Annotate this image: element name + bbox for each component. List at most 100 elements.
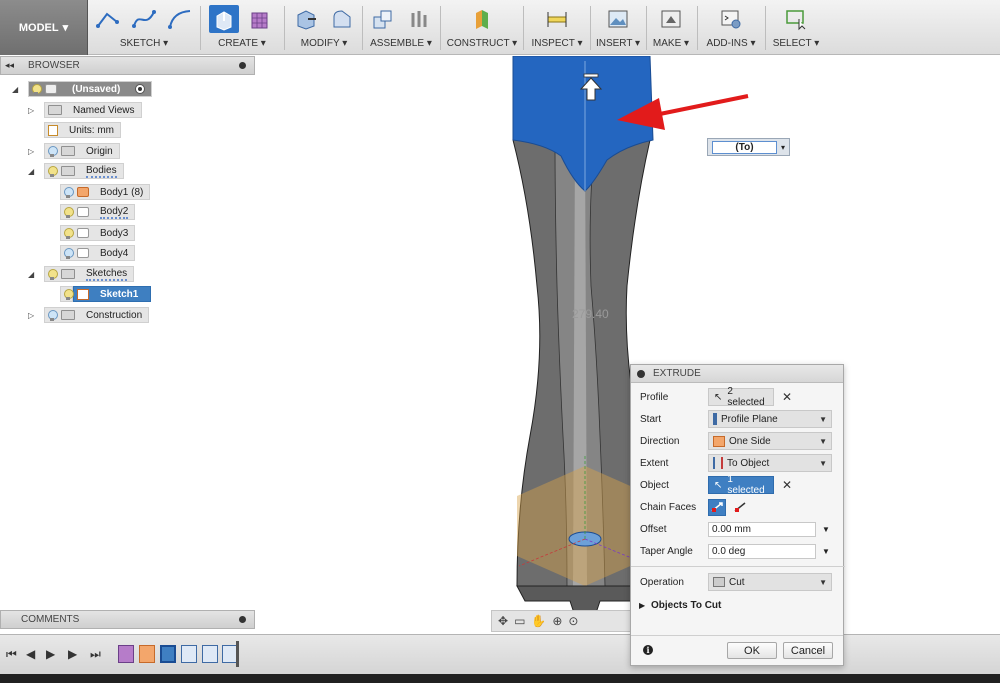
arc-sketch-icon[interactable]	[165, 5, 195, 33]
visibility-bulb-icon[interactable]	[64, 186, 74, 198]
clear-selection-icon[interactable]: ✕	[782, 478, 792, 492]
construction-plane-icon[interactable]	[467, 5, 497, 33]
timeline-extrude-icon[interactable]	[181, 645, 197, 663]
taper-angle-input[interactable]: 0.0 deg	[708, 543, 816, 559]
visibility-bulb-icon[interactable]	[64, 227, 74, 239]
body2-node[interactable]: Body2	[60, 204, 136, 220]
tree-item-body1[interactable]: Body1 (8)	[60, 184, 151, 200]
info-icon[interactable]: i	[643, 645, 653, 655]
visibility-bulb-icon[interactable]	[64, 247, 74, 259]
chevron-down-icon[interactable]: ▼	[822, 547, 830, 556]
operation-dropdown[interactable]: Cut ▼	[708, 573, 832, 591]
orbit-icon[interactable]: ✥	[498, 614, 508, 628]
expand-triangle-icon[interactable]: ▶	[639, 601, 645, 610]
timeline-marker[interactable]	[236, 641, 239, 667]
chain-faces-on-icon[interactable]	[708, 498, 726, 516]
start-dropdown[interactable]: Profile Plane ▼	[708, 410, 832, 428]
comments-header[interactable]: COMMENTS	[0, 610, 255, 629]
timeline-body-icon[interactable]	[139, 645, 155, 663]
profile-select-button[interactable]: ↖ 2 selected	[708, 386, 774, 408]
inspect-group[interactable]: INSPECT ▾	[526, 3, 588, 53]
activate-radio-icon[interactable]	[135, 84, 146, 94]
dimension-input[interactable]: (To) ▾	[707, 138, 790, 156]
visibility-bulb-icon[interactable]	[48, 309, 58, 321]
tree-item-origin[interactable]: ▷ Origin	[28, 143, 120, 159]
extent-dropdown[interactable]: To Object ▼	[708, 454, 832, 472]
collapse-dialog-icon[interactable]	[637, 369, 645, 378]
press-pull-icon[interactable]	[291, 5, 321, 33]
fit-zoom-icon[interactable]: ⊙	[568, 614, 578, 628]
collapse-panel-icon[interactable]: ◂◂	[5, 60, 14, 71]
insert-image-icon[interactable]	[603, 5, 633, 33]
body4-node[interactable]: Body4	[60, 245, 136, 261]
visibility-bulb-icon[interactable]	[64, 206, 74, 218]
chain-faces-off-icon[interactable]	[731, 499, 749, 516]
sketch-group[interactable]: SKETCH ▾	[92, 3, 196, 53]
spline-sketch-icon[interactable]	[129, 5, 159, 33]
bodies-node[interactable]: Bodies	[44, 163, 124, 179]
dimension-value-field[interactable]: (To)	[712, 140, 777, 154]
3d-print-icon[interactable]	[656, 5, 686, 33]
construct-group[interactable]: CONSTRUCT ▾	[444, 3, 520, 53]
tree-item-sketch1[interactable]: Sketch1	[60, 286, 152, 302]
expand-triangle-icon[interactable]: ▷	[28, 147, 38, 156]
offset-input[interactable]: 0.00 mm	[708, 521, 816, 537]
step-back-icon[interactable]: ◀	[26, 647, 35, 661]
select-group[interactable]: SELECT ▾	[768, 3, 824, 53]
line-sketch-icon[interactable]	[93, 5, 123, 33]
construction-node[interactable]: Construction	[44, 307, 150, 323]
named-views-node[interactable]: Named Views	[44, 102, 142, 118]
sketches-node[interactable]: Sketches	[44, 266, 135, 282]
tree-item-body2[interactable]: Body2	[60, 204, 136, 220]
joint-icon[interactable]	[404, 5, 434, 33]
origin-node[interactable]: Origin	[44, 143, 120, 159]
viewport-canvas[interactable]	[255, 56, 1000, 634]
browser-header[interactable]: ◂◂ BROWSER	[0, 56, 255, 75]
expand-triangle-icon[interactable]: ▷	[28, 311, 38, 320]
play-icon[interactable]: ▶	[46, 647, 55, 661]
step-forward-icon[interactable]: ▶	[68, 647, 77, 661]
chevron-down-icon[interactable]: ▾	[781, 143, 785, 152]
chevron-down-icon[interactable]: ▼	[822, 525, 830, 534]
body3-node[interactable]: Body3	[60, 225, 136, 241]
sketch1-selected[interactable]: Sketch1	[73, 286, 152, 302]
sketch1-node[interactable]	[60, 286, 74, 302]
modify-group[interactable]: MODIFY ▾	[288, 3, 360, 53]
timeline-form-icon[interactable]	[118, 645, 134, 663]
measure-icon[interactable]	[542, 5, 572, 33]
expanded-triangle-icon[interactable]: ◢	[12, 85, 22, 94]
tree-item-body4[interactable]: Body4	[60, 245, 136, 261]
timeline-extrude-icon[interactable]	[202, 645, 218, 663]
fillet-icon[interactable]	[327, 5, 357, 33]
ok-button[interactable]: OK	[727, 642, 777, 659]
pin-panel-icon[interactable]	[239, 62, 246, 69]
scripts-gear-icon[interactable]	[716, 5, 746, 33]
insert-group[interactable]: INSERT ▾	[593, 3, 643, 53]
visibility-bulb-icon[interactable]	[32, 83, 42, 95]
tree-root[interactable]: ◢ (Unsaved)	[12, 81, 153, 97]
visibility-bulb-icon[interactable]	[64, 288, 74, 300]
tree-item-named-views[interactable]: ▷ Named Views	[28, 102, 142, 118]
cancel-button[interactable]: Cancel	[783, 642, 833, 659]
objects-to-cut-row[interactable]: ▶ Objects To Cut	[631, 595, 845, 615]
expanded-triangle-icon[interactable]: ◢	[28, 167, 38, 176]
tree-item-construction[interactable]: ▷ Construction	[28, 307, 150, 323]
timeline-sketch-icon[interactable]	[160, 645, 176, 663]
extrude-dialog-header[interactable]: EXTRUDE	[631, 365, 843, 383]
tree-item-bodies[interactable]: ◢ Bodies	[28, 163, 124, 179]
go-to-end-icon[interactable]: ⏭	[90, 647, 101, 662]
extrude-icon[interactable]	[209, 5, 239, 33]
object-select-button[interactable]: ↖ 1 selected	[708, 474, 774, 496]
visibility-bulb-icon[interactable]	[48, 268, 58, 280]
root-node[interactable]: (Unsaved)	[28, 81, 153, 97]
tree-item-sketches[interactable]: ◢ Sketches	[28, 266, 135, 282]
addins-group[interactable]: ADD-INS ▾	[700, 3, 762, 53]
box-grid-icon[interactable]	[245, 5, 275, 33]
units-node[interactable]: Units: mm	[44, 122, 121, 138]
window-select-icon[interactable]	[781, 5, 811, 33]
workspace-switcher[interactable]: MODEL ▾	[0, 0, 88, 55]
look-at-icon[interactable]: ▭	[514, 614, 525, 628]
make-group[interactable]: MAKE ▾	[649, 3, 693, 53]
body1-node[interactable]: Body1 (8)	[60, 184, 151, 200]
direction-dropdown[interactable]: One Side ▼	[708, 432, 832, 450]
